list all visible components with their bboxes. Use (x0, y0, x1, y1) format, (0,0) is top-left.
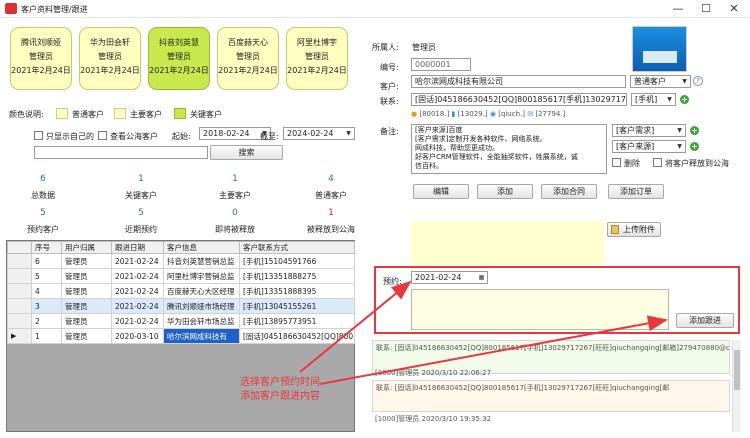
arrow-to-followup (319, 315, 668, 385)
annotation-text: 选择客户预约时间 添加客户跟进内容 (240, 377, 320, 402)
annotation-arrows (299, 280, 668, 385)
arrow-to-date (299, 280, 412, 373)
